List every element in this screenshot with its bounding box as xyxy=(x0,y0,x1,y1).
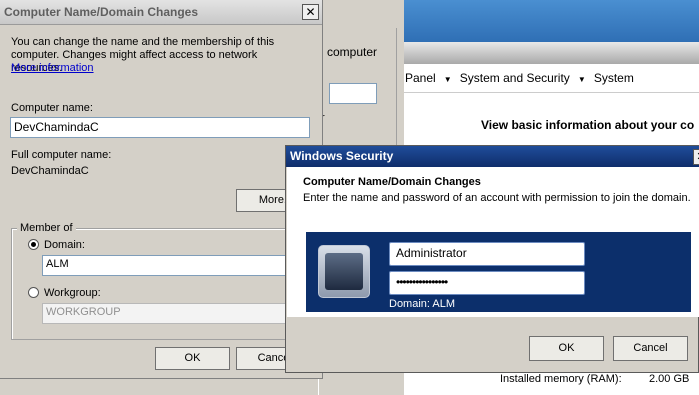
user-avatar-icon xyxy=(318,245,370,298)
credential-tile: Administrator •••••••••••••••• Domain: A… xyxy=(306,232,691,312)
breadcrumb-item-system[interactable]: System xyxy=(594,64,634,92)
member-of-label: Member of xyxy=(17,222,76,234)
workgroup-radio[interactable] xyxy=(28,287,39,298)
computer-name-dialog: Computer Name/Domain Changes ✕ You can c… xyxy=(0,0,323,379)
domain-text: Domain: ALM xyxy=(389,298,456,310)
ok-button[interactable]: OK xyxy=(155,347,230,370)
breadcrumb-item-panel[interactable]: Panel xyxy=(405,64,436,92)
chevron-down-icon[interactable]: ▼ xyxy=(444,66,452,94)
partial-field[interactable] xyxy=(329,83,377,104)
password-input[interactable]: •••••••••••••••• xyxy=(389,271,585,295)
windows-security-dialog: Windows Security ✕ Computer Name/Domain … xyxy=(285,145,699,373)
page-title: View basic information about your co xyxy=(481,118,695,132)
installed-memory-value: 2.00 GB xyxy=(649,373,690,385)
full-computer-name-value: DevChamindaC xyxy=(11,165,89,177)
chevron-down-icon[interactable]: ▼ xyxy=(578,66,586,94)
security-ok-button[interactable]: OK xyxy=(529,336,604,361)
avatar-screen xyxy=(325,253,363,290)
security-titlebar[interactable]: Windows Security ✕ xyxy=(286,146,699,167)
security-description: Enter the name and password of an accoun… xyxy=(303,192,691,204)
more-information-link[interactable]: More information xyxy=(11,62,94,74)
username-input[interactable]: Administrator xyxy=(389,242,585,266)
breadcrumb-item-system-and-security[interactable]: System and Security xyxy=(460,64,570,92)
workgroup-label[interactable]: Workgroup: xyxy=(44,287,101,299)
installed-memory-label: Installed memory (RAM): xyxy=(500,373,622,385)
dialog-title: Computer Name/Domain Changes xyxy=(4,5,199,19)
security-dialog-title: Windows Security xyxy=(290,149,394,163)
close-icon[interactable]: ✕ xyxy=(693,149,699,165)
full-computer-name-label: Full computer name: xyxy=(11,149,112,161)
domain-input[interactable]: ALM xyxy=(42,255,292,276)
dialog-titlebar[interactable]: Computer Name/Domain Changes ✕ xyxy=(0,0,322,25)
partial-text: computer xyxy=(327,45,378,59)
computer-name-label: Computer name: xyxy=(11,102,93,114)
domain-radio[interactable] xyxy=(28,239,39,250)
domain-label[interactable]: Domain: xyxy=(44,239,85,251)
workgroup-input[interactable]: WORKGROUP xyxy=(42,303,292,324)
control-panel-titlebar xyxy=(403,0,699,42)
security-cancel-button[interactable]: Cancel xyxy=(613,336,688,361)
security-heading: Computer Name/Domain Changes xyxy=(303,176,481,188)
computer-name-input[interactable]: DevChamindaC xyxy=(10,117,310,138)
close-icon[interactable]: ✕ xyxy=(302,4,319,20)
breadcrumb: Panel ▼ System and Security ▼ System xyxy=(403,64,699,93)
control-panel-toolbar xyxy=(403,42,699,64)
